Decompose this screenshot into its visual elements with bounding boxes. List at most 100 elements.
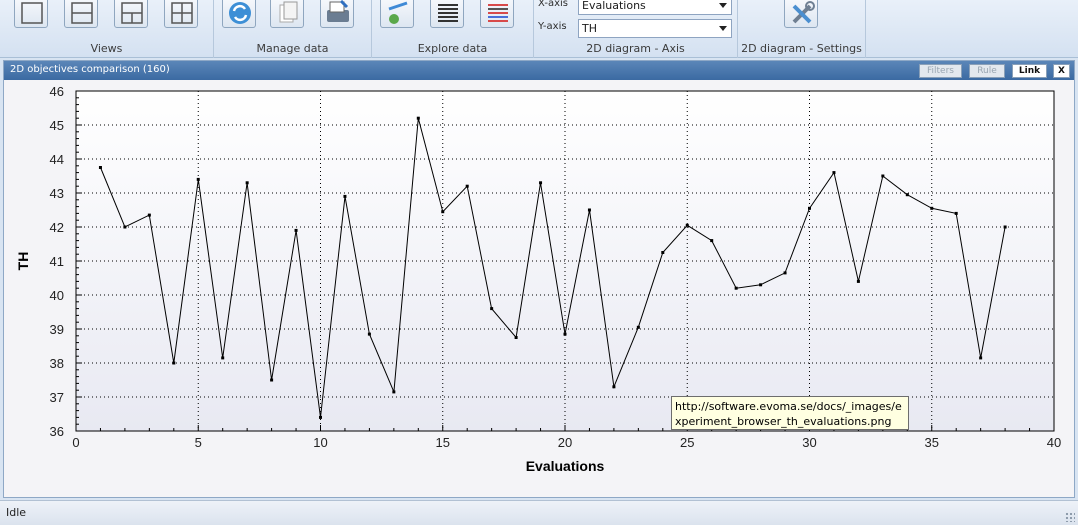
view-three-pane-icon <box>121 2 143 24</box>
resize-grip-icon[interactable] <box>1065 512 1075 522</box>
view-horizontal-split-icon <box>71 2 93 24</box>
x-axis-select[interactable]: Evaluations <box>578 0 732 15</box>
data-point <box>245 181 249 185</box>
settings-group-label: 2D diagram - Settings <box>741 42 862 55</box>
th-evaluations-chart: 0 5 10 15 20 25 30 35 40 36 37 38 39 40 41 42 43 44 45 46 E… <box>4 80 1074 497</box>
y-tick-label: 45 <box>50 118 64 133</box>
data-point <box>367 332 371 336</box>
color-list-icon <box>488 4 508 22</box>
data-point <box>294 228 298 232</box>
data-point <box>808 206 811 210</box>
data-point <box>147 213 151 217</box>
data-point <box>172 361 176 365</box>
filters-button[interactable]: Filters <box>919 64 962 78</box>
y-tick-label: 37 <box>50 390 64 405</box>
y-axis-select[interactable]: TH <box>578 19 732 38</box>
copy-button[interactable] <box>270 0 304 28</box>
data-point <box>954 211 958 215</box>
data-point <box>856 279 860 283</box>
data-point <box>416 116 420 120</box>
data-point <box>710 239 714 243</box>
y-tick-label: 43 <box>50 186 64 201</box>
data-point <box>319 415 322 419</box>
data-point <box>123 225 127 229</box>
y-tick-label: 39 <box>50 322 64 337</box>
panel-title: 2D objectives comparison (160) <box>10 64 170 75</box>
close-panel-button[interactable]: X <box>1053 64 1070 78</box>
objectives-comparison-panel: 2D objectives comparison (160) Filters R… <box>3 60 1075 498</box>
ribbon-toolbar: Views Manage data Explore data X-axis Ev… <box>0 0 1078 58</box>
view-four-pane-button[interactable] <box>164 0 198 28</box>
rule-button[interactable]: Rule <box>969 64 1005 78</box>
data-point <box>930 206 934 210</box>
data-point <box>612 385 616 389</box>
chevron-down-icon <box>719 26 727 31</box>
manage-data-group-label: Manage data <box>256 42 329 55</box>
refresh-button[interactable] <box>222 0 256 28</box>
x-axis-label: X-axis <box>538 0 568 9</box>
tools-icon <box>792 1 815 24</box>
data-point <box>98 166 102 169</box>
axis-group: X-axis Evaluations Y-axis TH 2D diagram … <box>534 0 738 58</box>
data-point <box>465 184 469 188</box>
manage-data-group: Manage data <box>214 0 372 58</box>
data-point <box>343 194 347 198</box>
y-axis-label: Y-axis <box>538 21 567 32</box>
y-tick-label: 41 <box>50 254 64 269</box>
x-tick-label: 25 <box>680 435 694 450</box>
data-point <box>979 356 983 360</box>
data-point <box>783 271 787 275</box>
y-tick-label: 38 <box>50 356 64 371</box>
y-tick-label: 40 <box>50 288 64 303</box>
data-point <box>661 251 665 254</box>
explore-color-list-button[interactable] <box>480 0 514 28</box>
x-tick-label: 15 <box>436 435 450 450</box>
panel-title-bar: 2D objectives comparison (160) Filters R… <box>4 61 1074 80</box>
x-axis-title: Evaluations <box>526 458 605 474</box>
explore-flask-button[interactable] <box>380 0 414 28</box>
data-point <box>832 171 836 175</box>
data-point <box>759 283 763 287</box>
diagram-settings-button[interactable] <box>784 0 818 28</box>
y-tick-label: 46 <box>50 84 64 99</box>
link-button[interactable]: Link <box>1012 64 1047 78</box>
chevron-down-icon <box>719 3 727 8</box>
explore-data-group-label: Explore data <box>417 42 488 55</box>
flask-icon <box>388 1 408 24</box>
x-tick-label: 40 <box>1047 435 1061 450</box>
data-point <box>539 181 543 185</box>
x-tick-label: 30 <box>802 435 816 450</box>
explore-list-button[interactable] <box>430 0 464 28</box>
explore-data-group: Explore data <box>372 0 534 58</box>
list-lines-icon <box>438 4 458 22</box>
data-point <box>196 177 200 181</box>
view-horizontal-split-button[interactable] <box>64 0 98 28</box>
data-point <box>270 378 274 382</box>
data-point <box>905 193 909 197</box>
refresh-icon <box>229 2 251 24</box>
status-bar: Idle <box>0 500 1078 525</box>
x-tick-label: 35 <box>925 435 939 450</box>
x-axis-selected-value: Evaluations <box>582 0 646 12</box>
view-single-button[interactable] <box>14 0 48 28</box>
data-point <box>587 208 591 212</box>
status-text: Idle <box>6 506 27 519</box>
x-tick-label: 0 <box>72 435 79 450</box>
copy-icon <box>279 1 298 23</box>
data-point <box>685 223 689 227</box>
y-axis-selected-value: TH <box>582 22 597 35</box>
views-group: Views <box>0 0 214 58</box>
y-tick-label: 44 <box>50 152 64 167</box>
y-axis-title: TH <box>15 252 31 271</box>
x-tick-label: 10 <box>313 435 327 450</box>
views-group-label: Views <box>90 42 123 55</box>
data-point <box>563 332 567 336</box>
url-tooltip: http://software.evoma.se/docs/_images/ex… <box>671 396 909 430</box>
data-point <box>734 286 738 290</box>
save-data-button[interactable] <box>320 0 354 28</box>
x-tick-label: 20 <box>558 435 572 450</box>
y-tick-label: 42 <box>50 220 64 235</box>
axis-group-label: 2D diagram - Axis <box>586 42 685 55</box>
data-point <box>514 336 518 339</box>
view-three-pane-button[interactable] <box>114 0 148 28</box>
